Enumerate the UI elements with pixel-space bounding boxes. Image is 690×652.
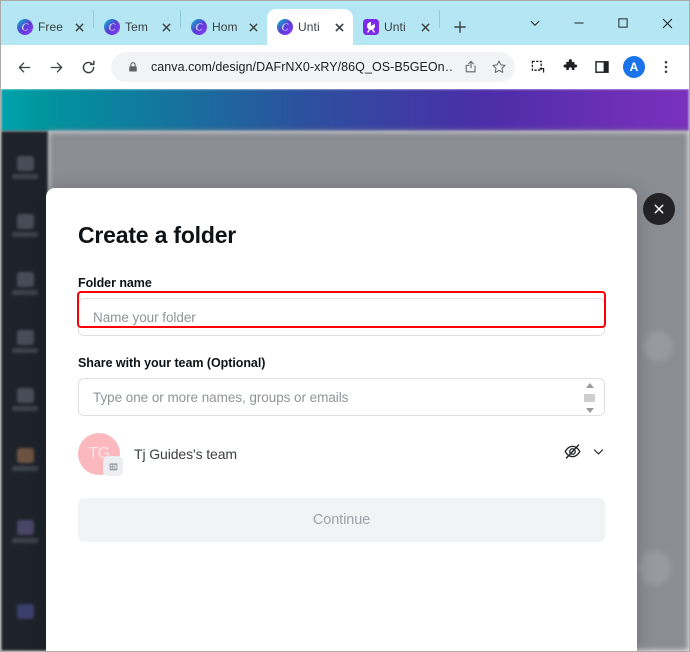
folder-name-placeholder: Name your folder (93, 309, 196, 325)
tab-close-icon[interactable] (245, 19, 261, 35)
sidebar-item-apps[interactable] (7, 513, 43, 549)
minimize-button[interactable] (557, 5, 601, 41)
svg-text:C: C (22, 23, 29, 34)
canva-icon: C (104, 19, 120, 35)
share-placeholder: Type one or more names, groups or emails (93, 389, 349, 405)
spinner-thumb[interactable] (584, 394, 595, 402)
star-icon[interactable] (489, 57, 509, 77)
canva-sidebar (1, 131, 48, 651)
canva-icon: C (17, 19, 33, 35)
share-label: Share with your team (Optional) (78, 356, 266, 370)
tab-title: Tem (125, 20, 148, 34)
browser-tab-5[interactable]: Unti (353, 9, 439, 45)
canva-design-icon (363, 19, 379, 35)
tab-title: Hom (212, 20, 238, 34)
close-modal-button[interactable] (643, 193, 675, 225)
sidebar-item-label (12, 289, 38, 295)
folder-name-label: Folder name (78, 276, 152, 290)
sidebar-item-extra[interactable] (7, 593, 43, 629)
sidebar-item-label (12, 537, 38, 543)
sidebar-item-text[interactable] (7, 381, 43, 417)
lock-icon (123, 57, 143, 77)
side-panel-icon[interactable] (587, 52, 617, 82)
tab-title: Free (38, 20, 64, 34)
sidebar-item-projects[interactable] (7, 323, 43, 359)
new-tab-button[interactable] (446, 13, 474, 41)
spinner-down-arrow-icon[interactable] (585, 408, 594, 413)
text-icon (16, 387, 34, 403)
browser-toolbar: canva.com/design/DAFrNX0-xRY/86Q_OS-B5GE… (1, 45, 689, 89)
create-folder-modal: Create a folder Folder name Name your fo… (46, 188, 637, 651)
share-input[interactable]: Type one or more names, groups or emails (78, 378, 605, 416)
share-input-spinner[interactable] (583, 383, 596, 413)
design-icon (16, 155, 34, 171)
sidebar-item-label (12, 465, 38, 471)
brand-icon (16, 447, 34, 463)
tab-search-chevron-icon[interactable] (513, 5, 557, 41)
tab-close-icon[interactable] (331, 19, 347, 35)
team-name: Tj Guides's team (134, 446, 237, 462)
sidebar-item-uploads[interactable] (7, 265, 43, 301)
forward-arrow-icon[interactable] (41, 52, 71, 82)
uploads-icon (16, 271, 34, 287)
share-icon[interactable] (461, 57, 481, 77)
page-viewport: Create a folder Folder name Name your fo… (1, 89, 689, 651)
tab-strip: C Free C Tem C Hom C Unti Unti (1, 1, 689, 45)
apps-icon (16, 519, 34, 535)
window-controls (513, 1, 689, 45)
sidebar-item-elements[interactable] (7, 207, 43, 243)
folder-name-input[interactable]: Name your folder (78, 298, 605, 336)
browser-tab-1[interactable]: C Free (7, 9, 93, 45)
building-icon (103, 456, 123, 476)
team-avatar: TG (78, 433, 123, 476)
canva-icon: C (277, 19, 293, 35)
profile-avatar[interactable]: A (619, 52, 649, 82)
tab-separator (439, 9, 440, 28)
sidebar-item-label (12, 173, 38, 179)
svg-text:C: C (282, 23, 289, 34)
tab-title: Unti (298, 20, 320, 34)
canva-top-bar (1, 89, 689, 131)
chevron-down-icon[interactable] (592, 445, 605, 463)
continue-button[interactable]: Continue (78, 498, 605, 542)
folder-name-field-group: Folder name Name your folder (78, 276, 605, 336)
eye-slash-icon[interactable] (563, 442, 582, 466)
puzzle-icon[interactable] (555, 52, 585, 82)
tab-title: Unti (384, 20, 406, 34)
browser-window: C Free C Tem C Hom C Unti Unti canva.com… (0, 0, 690, 652)
team-permission-control[interactable] (563, 442, 605, 466)
team-share-row: TG Tj Guides's team (78, 430, 605, 478)
share-field-group: Share with your team (Optional) Type one… (78, 356, 605, 416)
url-text: canva.com/design/DAFrNX0-xRY/86Q_OS-B5GE… (151, 60, 453, 74)
browser-tab-2[interactable]: C Tem (94, 9, 180, 45)
canvas-ghost-control (638, 551, 672, 585)
sidebar-item-label (12, 405, 38, 411)
canva-icon: C (191, 19, 207, 35)
tab-close-icon[interactable] (71, 19, 87, 35)
close-window-button[interactable] (645, 5, 689, 41)
back-arrow-icon[interactable] (9, 52, 39, 82)
sidebar-item-label (12, 231, 38, 237)
canvas-ghost-control (643, 331, 673, 361)
avatar-initial: A (623, 56, 645, 78)
reading-list-icon[interactable] (523, 52, 553, 82)
tab-close-icon[interactable] (158, 19, 174, 35)
sidebar-item-design[interactable] (7, 149, 43, 185)
address-bar[interactable]: canva.com/design/DAFrNX0-xRY/86Q_OS-B5GE… (111, 52, 515, 82)
extra-icon (16, 603, 34, 619)
browser-tab-4-active[interactable]: C Unti (267, 9, 353, 45)
svg-text:C: C (196, 23, 203, 34)
svg-text:C: C (109, 23, 116, 34)
sidebar-item-brand[interactable] (7, 441, 43, 477)
sidebar-item-label (12, 347, 38, 353)
spinner-up-arrow-icon[interactable] (585, 383, 594, 388)
reload-icon[interactable] (73, 52, 103, 82)
browser-tab-3[interactable]: C Hom (181, 9, 267, 45)
projects-icon (16, 329, 34, 345)
tab-close-icon[interactable] (417, 19, 433, 35)
kebab-menu-icon[interactable] (651, 52, 681, 82)
modal-title: Create a folder (78, 222, 237, 248)
maximize-button[interactable] (601, 5, 645, 41)
elements-icon (16, 213, 34, 229)
